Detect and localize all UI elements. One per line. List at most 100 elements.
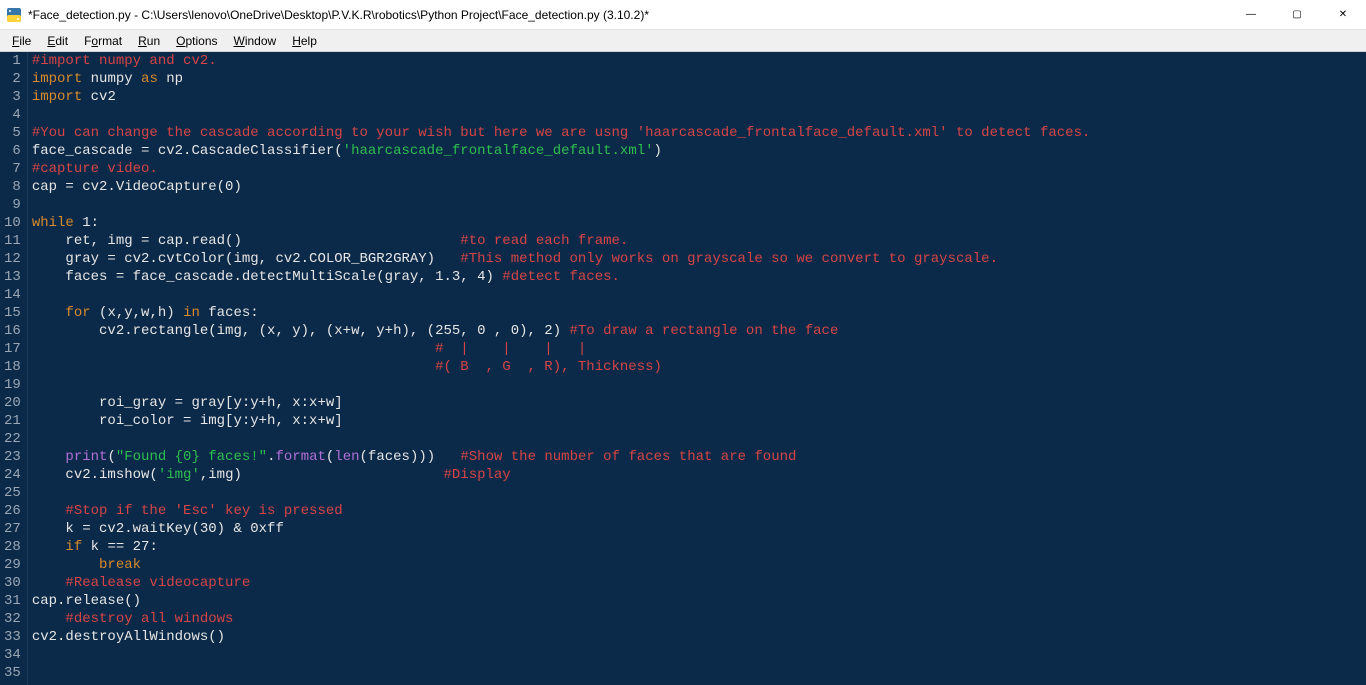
close-button[interactable]: ✕ [1320, 0, 1366, 29]
code-token: np [158, 71, 183, 87]
window-controls: — ▢ ✕ [1228, 0, 1366, 29]
line-number: 22 [4, 430, 21, 448]
menu-help[interactable]: Help [284, 32, 325, 50]
menu-options[interactable]: Options [168, 32, 225, 50]
code-line[interactable]: cap = cv2.VideoCapture(0) [32, 178, 1366, 196]
code-line[interactable]: k = cv2.waitKey(30) & 0xff [32, 520, 1366, 538]
line-number: 25 [4, 484, 21, 502]
menu-edit[interactable]: Edit [39, 32, 76, 50]
code-token [32, 611, 66, 627]
minimize-button[interactable]: — [1228, 0, 1274, 29]
code-line[interactable] [32, 664, 1366, 682]
code-token: #destroy all windows [65, 611, 233, 627]
code-line[interactable] [32, 646, 1366, 664]
code-line[interactable]: #You can change the cascade according to… [32, 124, 1366, 142]
window-title: *Face_detection.py - C:\Users\lenovo\One… [28, 8, 1228, 22]
code-line[interactable]: roi_gray = gray[y:y+h, x:x+w] [32, 394, 1366, 412]
code-token: cv2.imshow( [32, 467, 158, 483]
code-line[interactable]: for (x,y,w,h) in faces: [32, 304, 1366, 322]
code-line[interactable] [32, 376, 1366, 394]
menu-bar: File Edit Format Run Options Window Help [0, 30, 1366, 52]
code-line[interactable]: #Stop if the 'Esc' key is pressed [32, 502, 1366, 520]
line-number: 12 [4, 250, 21, 268]
code-line[interactable]: gray = cv2.cvtColor(img, cv2.COLOR_BGR2G… [32, 250, 1366, 268]
code-token: k = cv2.waitKey(30) & 0xff [32, 521, 284, 537]
code-line[interactable] [32, 430, 1366, 448]
code-line[interactable]: import numpy as np [32, 70, 1366, 88]
code-token: #To draw a rectangle on the face [570, 323, 839, 339]
code-line[interactable]: cv2.imshow('img',img) #Display [32, 466, 1366, 484]
code-line[interactable]: cv2.destroyAllWindows() [32, 628, 1366, 646]
line-number: 5 [4, 124, 21, 142]
code-line[interactable] [32, 106, 1366, 124]
code-line[interactable]: #Realease videocapture [32, 574, 1366, 592]
code-line[interactable]: # | | | | [32, 340, 1366, 358]
code-token: #This method only works on grayscale so … [460, 251, 998, 267]
line-number: 20 [4, 394, 21, 412]
code-line[interactable] [32, 196, 1366, 214]
window-titlebar: *Face_detection.py - C:\Users\lenovo\One… [0, 0, 1366, 30]
code-token [32, 359, 435, 375]
line-number: 8 [4, 178, 21, 196]
maximize-button[interactable]: ▢ [1274, 0, 1320, 29]
code-line[interactable]: print("Found {0} faces!".format(len(face… [32, 448, 1366, 466]
line-number: 24 [4, 466, 21, 484]
code-line[interactable]: cap.release() [32, 592, 1366, 610]
code-line[interactable]: ret, img = cap.read() #to read each fram… [32, 232, 1366, 250]
code-line[interactable]: break [32, 556, 1366, 574]
code-token: #Display [444, 467, 511, 483]
menu-file[interactable]: File [4, 32, 39, 50]
code-token: ) [654, 143, 662, 159]
line-number: 31 [4, 592, 21, 610]
code-token: (x,y,w,h) [91, 305, 183, 321]
code-token: roi_gray = gray[y:y+h, x:x+w] [32, 395, 343, 411]
code-token: face_cascade = cv2.CascadeClassifier( [32, 143, 343, 159]
code-line[interactable] [32, 484, 1366, 502]
code-token [32, 503, 66, 519]
menu-run[interactable]: Run [130, 32, 168, 50]
line-number: 13 [4, 268, 21, 286]
line-number: 35 [4, 664, 21, 682]
code-token [32, 575, 66, 591]
line-number: 2 [4, 70, 21, 88]
code-line[interactable]: if k == 27: [32, 538, 1366, 556]
code-line[interactable]: import cv2 [32, 88, 1366, 106]
code-token: ( [107, 449, 115, 465]
code-line[interactable]: roi_color = img[y:y+h, x:x+w] [32, 412, 1366, 430]
code-token: 'img' [158, 467, 200, 483]
line-number: 18 [4, 358, 21, 376]
code-area[interactable]: #import numpy and cv2.import numpy as np… [28, 52, 1366, 685]
code-token: len [334, 449, 359, 465]
code-line[interactable]: while 1: [32, 214, 1366, 232]
code-editor[interactable]: 1234567891011121314151617181920212223242… [0, 52, 1366, 685]
code-line[interactable]: #destroy all windows [32, 610, 1366, 628]
code-token: numpy [82, 71, 141, 87]
line-number: 11 [4, 232, 21, 250]
code-line[interactable]: #import numpy and cv2. [32, 52, 1366, 70]
code-token: gray = cv2.cvtColor(img, cv2.COLOR_BGR2G… [32, 251, 460, 267]
code-token: "Found {0} faces!" [116, 449, 267, 465]
menu-format[interactable]: Format [76, 32, 130, 50]
code-line[interactable]: faces = face_cascade.detectMultiScale(gr… [32, 268, 1366, 286]
code-line[interactable]: face_cascade = cv2.CascadeClassifier('ha… [32, 142, 1366, 160]
code-token: #to read each frame. [460, 233, 628, 249]
line-number: 9 [4, 196, 21, 214]
code-token: #Show the number of faces that are found [460, 449, 796, 465]
code-line[interactable]: #( B , G , R), Thickness) [32, 358, 1366, 376]
code-token: cv2 [82, 89, 116, 105]
line-number: 14 [4, 286, 21, 304]
code-token [32, 305, 66, 321]
line-number: 32 [4, 610, 21, 628]
code-token: ,img) [200, 467, 444, 483]
line-number: 7 [4, 160, 21, 178]
code-line[interactable]: cv2.rectangle(img, (x, y), (x+w, y+h), (… [32, 322, 1366, 340]
code-token: #Realease videocapture [65, 575, 250, 591]
code-token: cv2.destroyAllWindows() [32, 629, 225, 645]
line-number: 30 [4, 574, 21, 592]
code-token: #import numpy and cv2. [32, 53, 217, 69]
code-line[interactable]: #capture video. [32, 160, 1366, 178]
code-token: import [32, 71, 82, 87]
code-line[interactable] [32, 286, 1366, 304]
code-token [32, 341, 435, 357]
menu-window[interactable]: Window [226, 32, 285, 50]
